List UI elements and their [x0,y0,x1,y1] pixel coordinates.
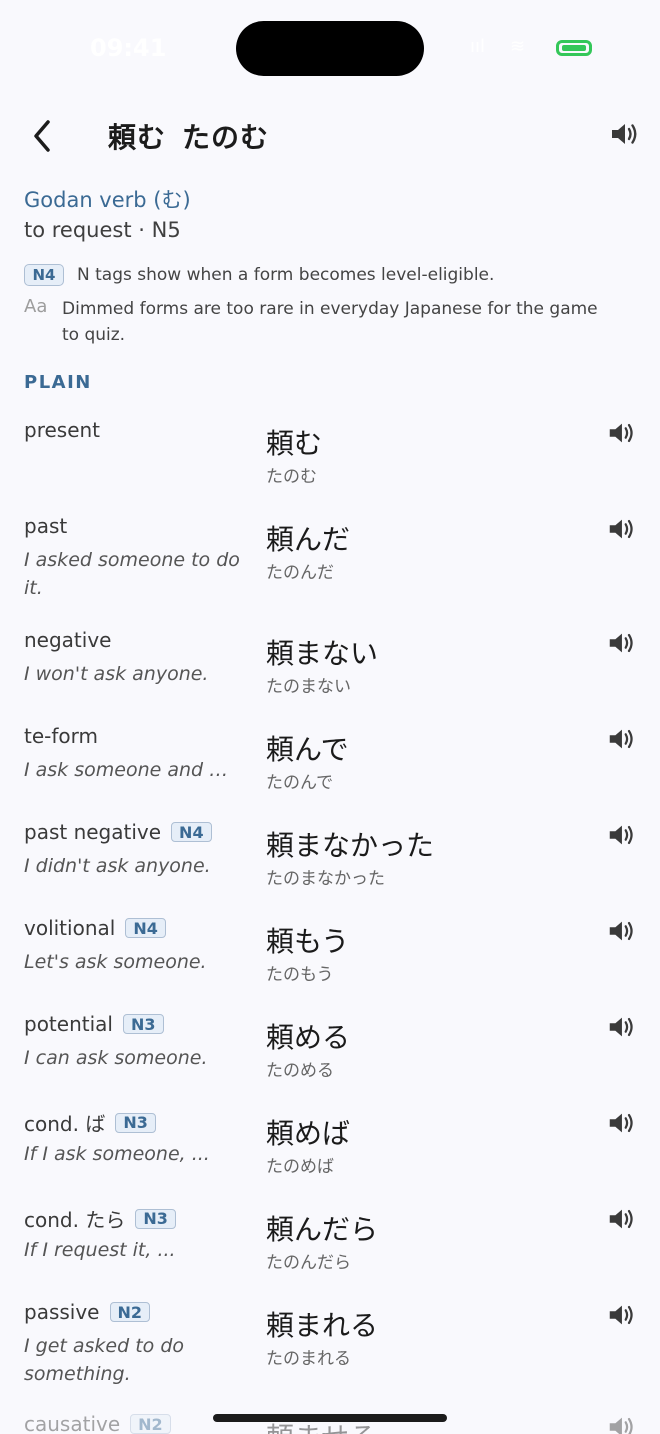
form-name-label: past [24,514,68,538]
form-name-label: te-form [24,724,98,748]
speaker-icon[interactable] [608,118,640,150]
form-name: past negative N4 [24,820,212,844]
level-tag: N4 [125,918,166,938]
form-name: potential N3 [24,1012,164,1036]
status-bar: 09:41 ııl ≋ [0,0,660,96]
page-title: 頼む たのむ [108,116,269,156]
form-name-label: passive [24,1300,100,1324]
level-tag: N3 [115,1112,156,1133]
conjugated-kanji: 頼める [266,1021,351,1054]
form-name: cond. ば N3 [24,1108,156,1137]
speaker-icon[interactable] [606,1412,638,1434]
example-sentence: If I ask someone, ... [24,1143,210,1165]
form-name-label: potential [24,1012,113,1036]
conjugated-kana: たのんだら [266,1253,351,1273]
verb-type: Godan verb (む) [24,188,191,212]
speaker-icon[interactable] [606,916,638,948]
example-sentence: If I request it, ... [24,1239,176,1261]
level-tag: N2 [130,1414,171,1434]
battery-icon [556,40,592,56]
legend-dimmed-text: Dimmed forms are too rare in everyday Ja… [62,299,598,345]
signal-icon: ııl [470,36,486,57]
conjugated-kanji: 頼まれる [266,1309,379,1342]
speaker-icon[interactable] [606,1012,638,1044]
conjugated-kana: たのまない [266,677,351,697]
conjugated-kana: たのもう [266,965,334,985]
conjugated-kana: たのんで [266,773,334,793]
conjugated-kanji: 頼む [266,427,323,460]
speaker-icon[interactable] [606,418,638,450]
conjugated-kana: たのむ [266,467,317,487]
speaker-icon[interactable] [606,1300,638,1332]
level-tag: N3 [122,1014,164,1034]
form-name: cond. たら N3 [24,1204,176,1233]
speaker-icon[interactable] [606,514,638,546]
conjugated-kanji: 頼んだ [266,523,351,556]
status-icons: ııl ≋ [470,36,600,60]
title-kana: たのむ [182,121,270,154]
example-sentence: I can ask someone. [24,1047,208,1069]
conjugated-kanji: 頼まなかった [266,829,435,862]
level-tag: N2 [109,1302,151,1322]
form-name-label: cond. ば [24,1112,106,1136]
back-chevron-icon[interactable] [28,118,58,154]
example-sentence: I didn't ask anyone. [24,855,211,877]
aa-icon: Aa [24,296,48,317]
speaker-icon[interactable] [606,1108,638,1140]
speaker-icon[interactable] [606,1204,638,1236]
home-indicator[interactable] [213,1414,447,1422]
conjugated-kanji: 頼んで [266,733,349,766]
section-heading-plain: PLAIN [24,372,92,393]
form-name: past [24,514,67,538]
conjugated-kana: たのまなかった [266,869,385,889]
verb-meaning: to request · N5 [24,218,181,242]
conjugated-kanji: 頼めば [266,1117,351,1150]
wifi-icon: ≋ [510,36,526,57]
form-name: negative [24,628,111,652]
example-sentence: I won't ask anyone. [24,663,209,685]
form-name: passive N2 [24,1300,151,1324]
conjugated-kana: たのめば [266,1157,334,1177]
conjugated-kana: たのめる [266,1061,334,1081]
form-name-label: present [24,418,101,442]
level-tag: N4 [24,264,64,286]
form-name-label: past negative [24,820,162,844]
speaker-icon[interactable] [606,628,638,660]
example-sentence: I ask someone and … [24,759,229,781]
speaker-icon[interactable] [606,820,638,852]
form-name-label: cond. たら [24,1208,126,1232]
form-name-label: negative [24,628,112,652]
conjugated-kana: たのんだ [266,563,334,583]
title-kanji: 頼む [108,121,167,154]
legend-level-text: N tags show when a form becomes level-el… [77,265,495,285]
speaker-icon[interactable] [606,724,638,756]
conjugated-kanji: 頼もう [266,925,350,958]
form-name: causative N2 [24,1412,171,1434]
level-tag: N3 [135,1208,176,1229]
form-name: te-form [24,724,98,748]
status-time: 09:41 [90,34,167,62]
form-name: volitional N4 [24,916,166,940]
form-name: present [24,418,100,442]
conjugated-kanji: 頼んだら [266,1213,379,1246]
example-sentence: I asked someone to do it. [24,549,240,599]
legend-dimmed: Aa Dimmed forms are too rare in everyday… [24,296,602,348]
legend-level: N4 N tags show when a form becomes level… [24,264,494,288]
form-name-label: causative [24,1412,121,1434]
form-name-label: volitional [24,916,116,940]
example-sentence: Let's ask someone. [24,951,207,973]
level-tag: N4 [171,822,212,842]
conjugated-kana: たのまれる [266,1349,351,1369]
dynamic-island [236,21,424,76]
example-sentence: I get asked to do something. [24,1335,185,1385]
conjugated-kanji: 頼まない [266,637,379,670]
